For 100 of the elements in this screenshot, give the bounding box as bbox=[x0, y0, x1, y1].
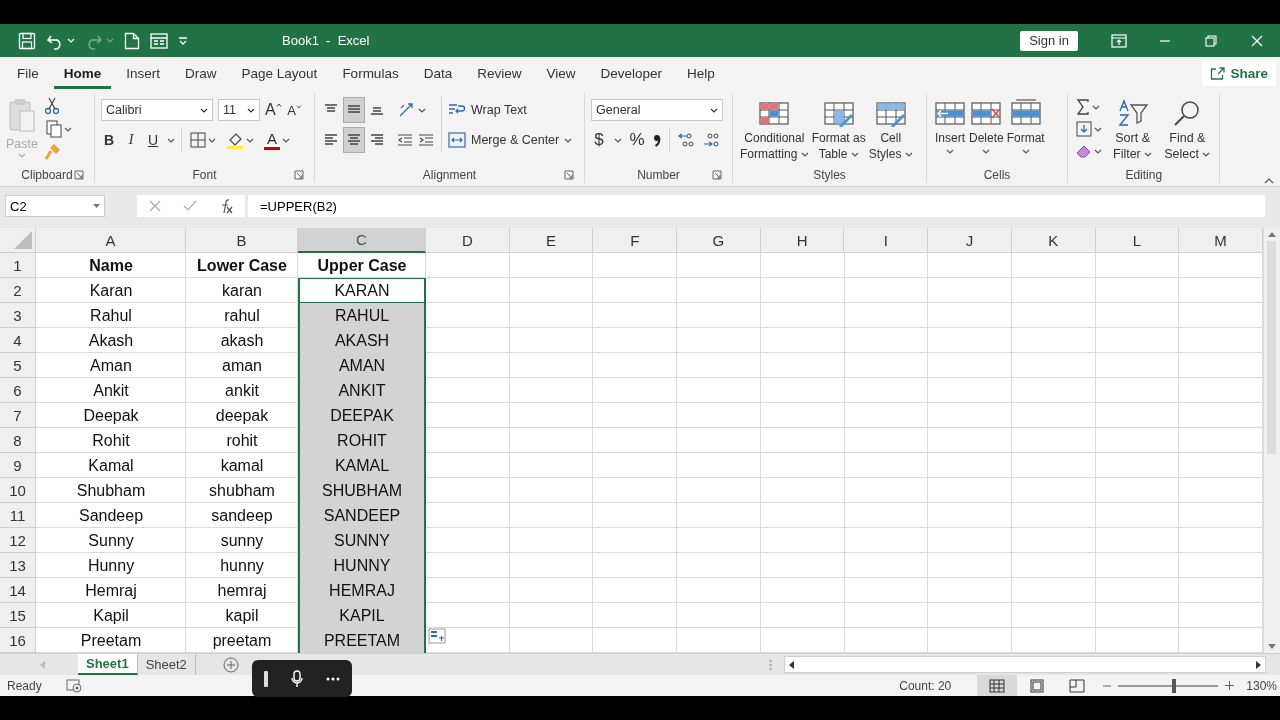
form-icon[interactable] bbox=[150, 32, 168, 49]
row-header[interactable]: 6 bbox=[0, 378, 36, 403]
italic-button[interactable]: I bbox=[123, 128, 139, 152]
column-header[interactable]: D bbox=[426, 228, 510, 253]
insert-button[interactable]: Insert bbox=[933, 97, 967, 156]
format-button[interactable]: Format bbox=[1005, 97, 1046, 156]
sheet-tab[interactable]: Sheet1 bbox=[78, 654, 138, 675]
insert-function-icon[interactable] bbox=[219, 198, 233, 214]
column-header[interactable]: M bbox=[1179, 228, 1263, 253]
increase-font-size-button[interactable]: A bbox=[265, 98, 282, 122]
quick-analysis-icon[interactable] bbox=[428, 628, 446, 644]
column-header[interactable]: E bbox=[509, 228, 594, 253]
macro-record-icon[interactable] bbox=[65, 678, 82, 693]
dialog-launcher-icon[interactable] bbox=[294, 170, 304, 180]
find-select-button[interactable]: Find & Select bbox=[1161, 97, 1214, 164]
dialog-launcher-icon[interactable] bbox=[564, 170, 574, 180]
column-header[interactable]: C bbox=[298, 228, 426, 253]
row-header[interactable]: 2 bbox=[0, 278, 36, 303]
align-middle-button[interactable] bbox=[344, 98, 364, 122]
number-format-field[interactable]: General bbox=[591, 99, 723, 121]
zoom-slider-thumb[interactable] bbox=[1172, 678, 1177, 693]
microphone-icon[interactable] bbox=[291, 669, 303, 688]
normal-view-button[interactable] bbox=[977, 675, 1018, 696]
row-header[interactable]: 12 bbox=[0, 528, 36, 553]
zoom-in-icon[interactable] bbox=[1225, 681, 1235, 690]
customize-menu-icon[interactable] bbox=[178, 35, 188, 46]
ribbon-tab[interactable]: Draw bbox=[175, 57, 227, 89]
center-button[interactable] bbox=[344, 128, 364, 152]
format-as-table-button[interactable]: Format as Table bbox=[810, 97, 867, 164]
cell-styles-button[interactable]: Cell Styles bbox=[867, 97, 914, 164]
column-header[interactable]: G bbox=[677, 228, 761, 253]
column-header[interactable]: L bbox=[1095, 228, 1180, 253]
ribbon-tab[interactable]: Page Layout bbox=[231, 57, 328, 89]
ribbon-tab[interactable]: Data bbox=[413, 57, 463, 89]
ribbon-display-icon[interactable] bbox=[1111, 33, 1127, 48]
conditional-formatting-button[interactable]: Conditional Formatting bbox=[739, 97, 810, 164]
column-header[interactable]: F bbox=[593, 228, 678, 253]
cut-icon[interactable] bbox=[43, 97, 60, 115]
font-color-button[interactable]: A bbox=[264, 130, 280, 150]
row-header[interactable]: 16 bbox=[0, 628, 36, 653]
delete-button[interactable]: Delete bbox=[968, 97, 1005, 156]
column-header[interactable]: K bbox=[1011, 228, 1096, 253]
ribbon-tab[interactable]: Formulas bbox=[332, 57, 409, 89]
collapse-ribbon-icon[interactable] bbox=[1264, 178, 1274, 184]
close-icon[interactable] bbox=[1251, 34, 1263, 47]
row-header[interactable]: 1 bbox=[0, 253, 36, 278]
increase-decimal-icon[interactable] bbox=[677, 131, 695, 149]
ribbon-tab[interactable]: View bbox=[536, 57, 586, 89]
ribbon-tab[interactable]: Insert bbox=[116, 57, 171, 89]
new-file-icon[interactable] bbox=[124, 31, 140, 50]
share-button[interactable]: Share bbox=[1202, 60, 1276, 86]
row-header[interactable]: 8 bbox=[0, 428, 36, 453]
comma-style-icon[interactable] bbox=[652, 132, 662, 148]
borders-icon[interactable] bbox=[190, 132, 206, 148]
row-header[interactable]: 9 bbox=[0, 453, 36, 478]
decrease-indent-icon[interactable] bbox=[396, 132, 414, 148]
row-header[interactable]: 13 bbox=[0, 553, 36, 578]
more-icon[interactable] bbox=[326, 676, 341, 681]
column-header[interactable]: J bbox=[928, 228, 1012, 253]
autosum-icon[interactable] bbox=[1076, 99, 1090, 115]
font-name-field[interactable]: Calibri bbox=[101, 99, 213, 121]
dialog-launcher-icon[interactable] bbox=[712, 170, 722, 180]
horizontal-scrollbar[interactable] bbox=[784, 656, 1266, 673]
row-header[interactable]: 5 bbox=[0, 353, 36, 378]
save-icon[interactable] bbox=[18, 31, 36, 50]
text-orientation-icon[interactable] bbox=[398, 102, 416, 118]
column-header[interactable]: A bbox=[36, 228, 186, 253]
column-header[interactable]: I bbox=[844, 228, 929, 253]
add-sheet-icon[interactable] bbox=[222, 656, 239, 673]
row-header[interactable]: 4 bbox=[0, 328, 36, 353]
scroll-up-icon[interactable] bbox=[1267, 232, 1276, 237]
name-box[interactable]: C2 bbox=[5, 195, 105, 217]
font-size-field[interactable]: 11 bbox=[218, 99, 260, 121]
sign-in-button[interactable]: Sign in bbox=[1020, 30, 1078, 51]
ribbon-tab[interactable]: Review bbox=[467, 57, 532, 89]
currency-button[interactable]: $ bbox=[591, 128, 607, 152]
restore-icon[interactable] bbox=[1205, 34, 1217, 47]
scroll-left-icon[interactable] bbox=[789, 660, 794, 669]
underline-button[interactable]: U bbox=[145, 128, 161, 152]
dialog-launcher-icon[interactable] bbox=[74, 170, 84, 180]
row-header[interactable]: 3 bbox=[0, 303, 36, 328]
scroll-right-icon[interactable] bbox=[1256, 660, 1261, 669]
column-header[interactable]: B bbox=[186, 228, 298, 253]
formula-field[interactable]: =UPPER(B2) bbox=[248, 195, 1265, 217]
row-header[interactable]: 11 bbox=[0, 503, 36, 528]
row-header[interactable]: 7 bbox=[0, 403, 36, 428]
eraser-icon[interactable] bbox=[1076, 144, 1092, 158]
wrap-text-button[interactable]: Wrap Text bbox=[448, 97, 573, 123]
ribbon-tab[interactable]: Developer bbox=[590, 57, 672, 89]
ribbon-tab[interactable]: Help bbox=[677, 57, 725, 89]
percent-button[interactable]: % bbox=[629, 128, 645, 152]
merge-center-button[interactable]: Merge & Center bbox=[448, 127, 573, 153]
row-header[interactable]: 15 bbox=[0, 603, 36, 628]
scroll-down-icon[interactable] bbox=[1267, 644, 1276, 649]
sort-filter-button[interactable]: Sort & Filter bbox=[1110, 97, 1156, 164]
fill-down-icon[interactable] bbox=[1076, 121, 1092, 137]
ribbon-tab[interactable]: File bbox=[7, 57, 49, 89]
copy-icon[interactable] bbox=[45, 120, 62, 138]
increase-indent-icon[interactable] bbox=[417, 132, 435, 148]
decrease-decimal-icon[interactable] bbox=[702, 131, 720, 149]
